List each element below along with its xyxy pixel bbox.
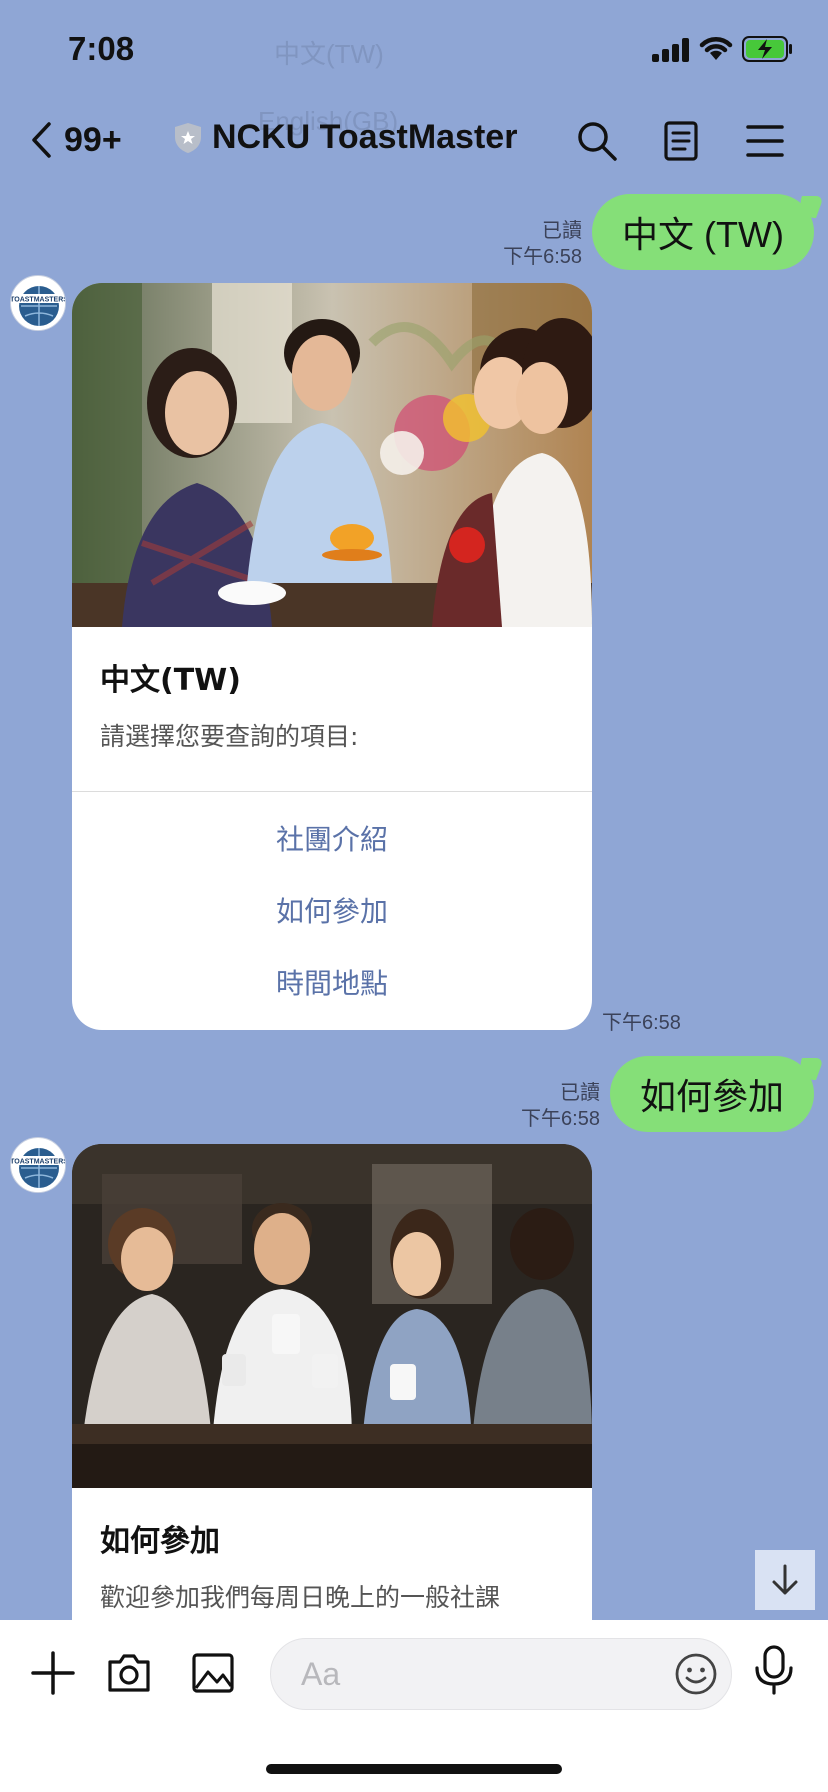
image-icon[interactable] (190, 1650, 236, 1696)
official-shield-icon (175, 122, 201, 153)
message-meta: 已讀 下午6:58 (503, 218, 582, 270)
message-meta: 已讀 下午6:58 (521, 1080, 600, 1132)
wifi-icon (699, 37, 733, 60)
card-image[interactable] (72, 283, 592, 627)
back-button[interactable]: 99+ (30, 116, 122, 164)
action-time-location[interactable]: 時間地點 (72, 948, 592, 1020)
unread-count: 99+ (64, 120, 122, 159)
sent-bubble[interactable]: 中文 (TW) (592, 194, 814, 270)
status-time: 7:08 (68, 30, 135, 67)
avatar[interactable]: TOASTMASTERS (10, 1137, 66, 1193)
microphone-icon[interactable] (752, 1644, 796, 1696)
toastmasters-logo-icon: TOASTMASTERS (11, 277, 66, 330)
avatar[interactable]: TOASTMASTERS (10, 275, 66, 331)
sent-bubble[interactable]: 如何參加 (609, 1056, 814, 1132)
read-receipt: 已讀 (559, 1082, 600, 1104)
message-input[interactable] (270, 1638, 732, 1710)
camera-icon[interactable] (106, 1650, 152, 1696)
toastmasters-logo-icon: TOASTMASTERS (11, 1139, 66, 1192)
sent-message: 已讀 下午6:58 如何參加 (521, 1056, 814, 1132)
card-title: 中文(TW) (100, 663, 241, 698)
flex-message-card: 中文(TW) 請選擇您要查詢的項目: 社團介紹 如何參加 時間地點 (72, 283, 592, 1030)
search-icon[interactable] (576, 120, 618, 162)
home-indicator (266, 1764, 562, 1774)
card-image[interactable] (72, 1144, 592, 1488)
sent-message: 已讀 下午6:58 中文 (TW) (503, 194, 814, 270)
message-time: 下午6:58 (521, 1108, 600, 1130)
action-club-intro[interactable]: 社團介紹 (72, 804, 592, 876)
chat-title[interactable]: NCKU ToastMaster (174, 118, 517, 157)
card-title: 如何參加 (100, 1524, 220, 1559)
card-subtitle: 請選擇您要查詢的項目: (100, 722, 359, 751)
menu-icon[interactable] (744, 120, 786, 162)
ghost-text: 中文(TW) (274, 39, 384, 69)
chat-header: 99+ NCKU ToastMaster (0, 100, 828, 180)
svg-text:TOASTMASTERS: TOASTMASTERS (11, 297, 66, 304)
message-input-bar (0, 1620, 828, 1792)
page-title: NCKU ToastMaster (212, 118, 518, 156)
message-time: 下午6:58 (503, 246, 583, 268)
chevron-left-icon (32, 122, 51, 158)
scroll-to-bottom-button[interactable] (755, 1550, 815, 1610)
card-body-text: 歡迎參加我們每周日晚上的一般社課 (100, 1583, 501, 1612)
plus-icon[interactable] (30, 1650, 76, 1696)
signal-icon (652, 38, 690, 62)
notes-icon[interactable] (660, 120, 702, 162)
emoji-icon[interactable] (674, 1652, 718, 1696)
status-bar: 7:08 (0, 0, 828, 100)
arrow-down-icon (772, 1564, 798, 1595)
action-how-to-join[interactable]: 如何參加 (72, 876, 592, 948)
flex-message-card: 如何參加 歡迎參加我們每周日晚上的一般社課 (72, 1144, 592, 1634)
read-receipt: 已讀 (542, 220, 583, 242)
svg-text:TOASTMASTERS: TOASTMASTERS (11, 1159, 66, 1166)
battery-charging-icon (742, 36, 792, 62)
message-time: 下午6:58 (602, 1012, 681, 1034)
